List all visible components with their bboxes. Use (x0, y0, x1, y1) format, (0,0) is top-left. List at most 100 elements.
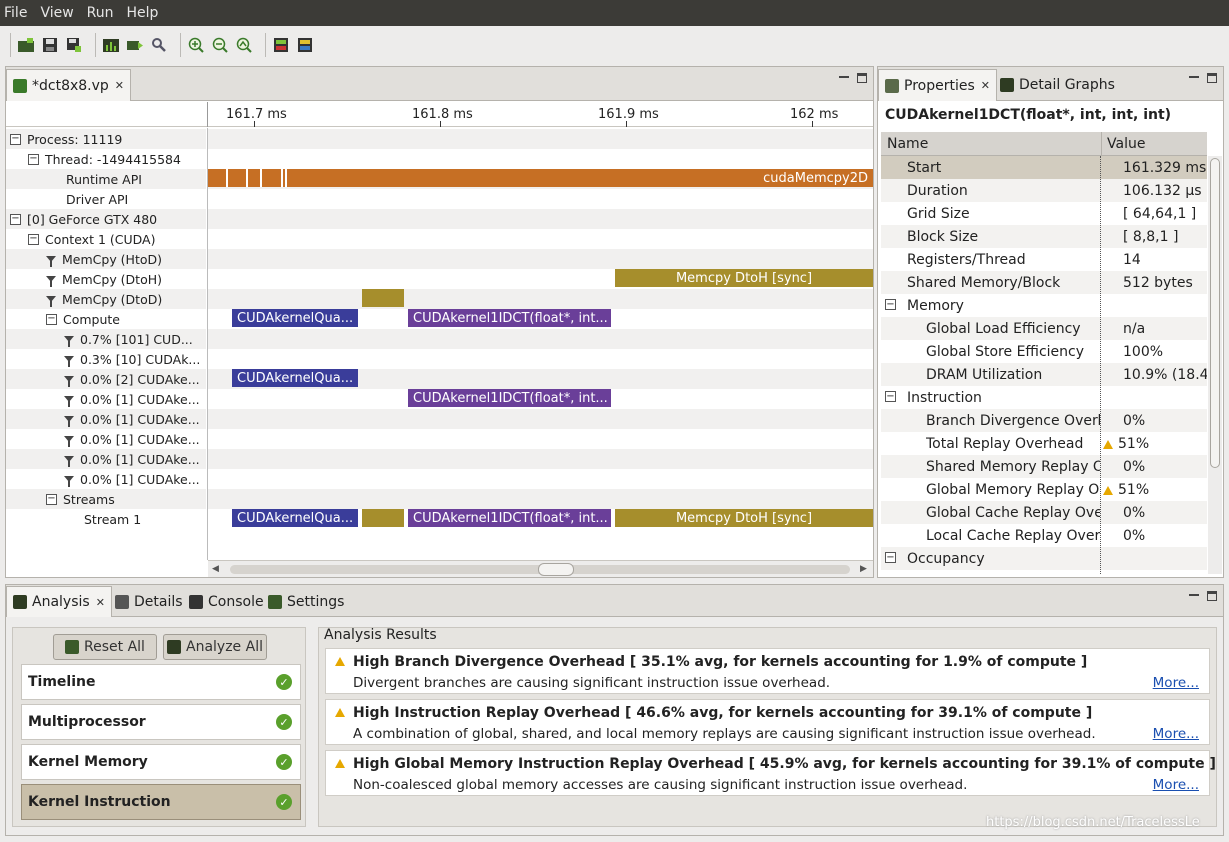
property-row[interactable]: Shared Memory Replay Ove 0% (881, 455, 1207, 478)
timeline-row[interactable]: MemCpy (HtoD) (6, 249, 206, 269)
stage-multiprocessor[interactable]: Multiprocessor ✓ (21, 704, 301, 740)
filter-icon[interactable] (64, 476, 74, 487)
kernel-quant-bar[interactable]: CUDAkernelQua... (232, 369, 358, 387)
new-session-icon[interactable] (17, 36, 35, 54)
more-link[interactable]: More... (1153, 726, 1199, 742)
property-row[interactable]: Duration 106.132 µs (881, 179, 1207, 202)
scroll-thumb[interactable] (1210, 158, 1220, 468)
maximize-icon[interactable] (1207, 591, 1217, 601)
search-icon[interactable] (150, 36, 168, 54)
collapse-icon[interactable]: − (28, 153, 39, 165)
horizontal-scrollbar[interactable]: ◀ ▶ (208, 560, 873, 577)
property-row[interactable]: Global Memory Replay Ove 51% (881, 478, 1207, 501)
minimize-icon[interactable] (1189, 73, 1199, 78)
zoom-out-icon[interactable] (211, 36, 229, 54)
scroll-thumb[interactable] (538, 563, 574, 576)
property-row[interactable]: Global Store Efficiency 100% (881, 340, 1207, 363)
more-link[interactable]: More... (1153, 777, 1199, 793)
maximize-icon[interactable] (1207, 73, 1217, 83)
timeline-row[interactable]: 0.7% [101] CUD... (6, 329, 206, 349)
memcpy-dtod-bar[interactable] (362, 289, 404, 307)
timeline-row[interactable]: − Streams (6, 489, 206, 509)
menu-view[interactable]: View (40, 5, 73, 21)
filter-icon[interactable] (64, 396, 74, 407)
tab-detail-graphs[interactable]: Detail Graphs (994, 69, 1121, 101)
memcpy-dtod-bar[interactable] (362, 509, 404, 527)
kernel-idct-bar[interactable]: CUDAkernel1IDCT(float*, int... (408, 389, 611, 407)
tab-analysis[interactable]: Analysis ✕ (6, 586, 112, 617)
filter-icon[interactable] (64, 456, 74, 467)
timeline-row[interactable]: 0.0% [1] CUDAke... (6, 449, 206, 469)
kernel-view-icon[interactable] (272, 36, 290, 54)
close-icon[interactable]: ✕ (96, 596, 105, 609)
runtime-api-bar[interactable]: cudaMemcpy2D (208, 169, 873, 187)
zoom-fit-icon[interactable] (235, 36, 253, 54)
property-row[interactable]: Global Cache Replay Overh 0% (881, 501, 1207, 524)
collapse-icon[interactable]: − (46, 313, 57, 325)
property-group[interactable]: − Memory (881, 294, 1207, 317)
timeline-row[interactable]: 0.0% [1] CUDAke... (6, 409, 206, 429)
timeline-row[interactable]: − Process: 11119 (6, 129, 206, 149)
timeline-row[interactable]: − Context 1 (CUDA) (6, 229, 206, 249)
close-icon[interactable]: ✕ (981, 79, 990, 92)
collapse-icon[interactable]: − (885, 552, 896, 563)
kernel-idct-bar[interactable]: CUDAkernel1IDCT(float*, int... (408, 309, 611, 327)
zoom-in-icon[interactable] (187, 36, 205, 54)
kernel-quant-bar[interactable]: CUDAkernelQua... (232, 309, 358, 327)
save-all-icon[interactable] (65, 36, 83, 54)
property-row[interactable]: DRAM Utilization 10.9% (18.41 (881, 363, 1207, 386)
filter-icon[interactable] (64, 416, 74, 427)
collapse-icon[interactable]: − (885, 299, 896, 310)
filter-icon[interactable] (46, 256, 56, 267)
timeline-row[interactable]: MemCpy (DtoD) (6, 289, 206, 309)
property-row[interactable]: Grid Size [ 64,64,1 ] (881, 202, 1207, 225)
menu-run[interactable]: Run (87, 5, 114, 21)
filter-icon[interactable] (46, 276, 56, 287)
memcpy-dtoh-bar[interactable]: Memcpy DtoH [sync] (615, 509, 873, 527)
property-row[interactable]: Global Load Efficiency n/a (881, 317, 1207, 340)
property-group[interactable]: − Instruction (881, 386, 1207, 409)
save-icon[interactable] (41, 36, 59, 54)
timeline-row[interactable]: − Thread: -1494415584 (6, 149, 206, 169)
close-icon[interactable]: ✕ (115, 79, 124, 92)
timeline-row[interactable]: MemCpy (DtoH) (6, 269, 206, 289)
filter-icon[interactable] (64, 336, 74, 347)
tab-details[interactable]: Details (109, 586, 189, 617)
minimize-icon[interactable] (1189, 591, 1199, 596)
analyze-all-button[interactable]: Analyze All (163, 634, 267, 660)
reset-all-button[interactable]: Reset All (53, 634, 157, 660)
filter-icon[interactable] (64, 376, 74, 387)
collapse-icon[interactable]: − (46, 493, 57, 505)
timeline-row[interactable]: 0.3% [10] CUDAk... (6, 349, 206, 369)
property-row[interactable]: Start 161.329 ms (881, 156, 1207, 179)
collapse-icon[interactable]: − (10, 213, 21, 225)
tab-properties[interactable]: Properties ✕ (878, 69, 997, 101)
filter-icon[interactable] (64, 436, 74, 447)
more-link[interactable]: More... (1153, 675, 1199, 691)
property-row[interactable]: Total Replay Overhead 51% (881, 432, 1207, 455)
tab-settings[interactable]: Settings (262, 586, 350, 617)
timeline-row[interactable]: 0.0% [1] CUDAke... (6, 469, 206, 489)
collapse-icon[interactable]: − (28, 233, 39, 245)
vertical-scrollbar[interactable] (1208, 156, 1222, 574)
collapse-icon[interactable]: − (10, 133, 21, 145)
timeline-row[interactable]: Runtime API (6, 169, 206, 189)
memcpy-dtoh-bar[interactable]: Memcpy DtoH [sync] (615, 269, 873, 287)
column-value[interactable]: Value (1107, 136, 1145, 152)
stream-view-icon[interactable] (296, 36, 314, 54)
connect-icon[interactable] (126, 36, 144, 54)
maximize-icon[interactable] (857, 73, 867, 83)
timeline-row[interactable]: − [0] GeForce GTX 480 (6, 209, 206, 229)
tab-dct8x8[interactable]: *dct8x8.vp ✕ (6, 69, 132, 101)
tab-console[interactable]: Console (183, 586, 270, 617)
kernel-quant-bar[interactable]: CUDAkernelQua... (232, 509, 358, 527)
run-analysis-icon[interactable] (102, 36, 120, 54)
filter-icon[interactable] (46, 296, 56, 307)
property-row[interactable]: Branch Divergence Overhe 0% (881, 409, 1207, 432)
collapse-icon[interactable]: − (885, 391, 896, 402)
property-row[interactable]: Shared Memory/Block 512 bytes (881, 271, 1207, 294)
timeline-row[interactable]: Driver API (6, 189, 206, 209)
property-group[interactable]: − Occupancy (881, 547, 1207, 570)
timeline-row[interactable]: 0.0% [1] CUDAke... (6, 389, 206, 409)
column-name[interactable]: Name (887, 136, 928, 152)
